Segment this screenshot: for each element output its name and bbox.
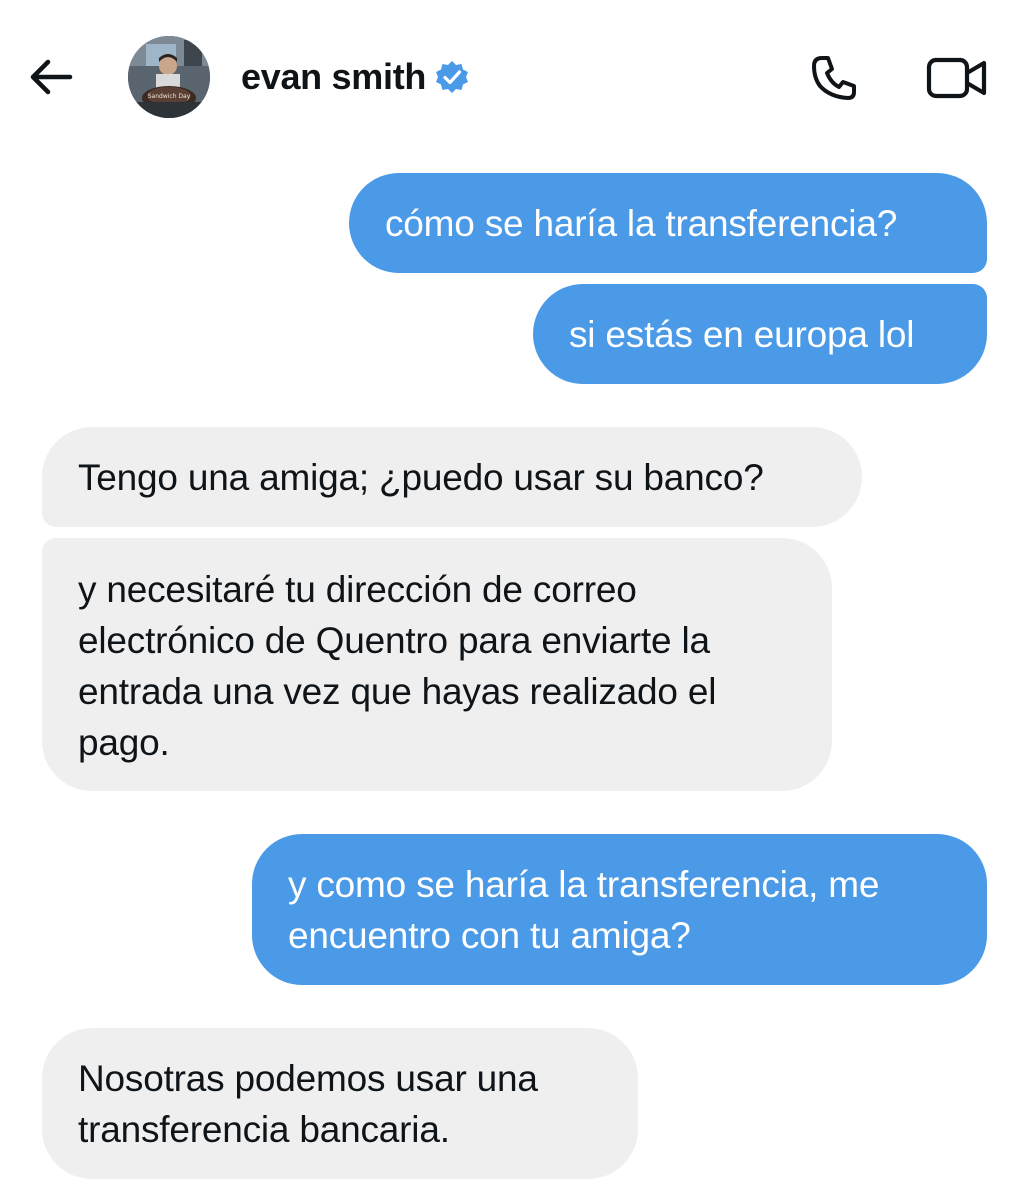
message-text: y necesitaré tu dirección de correo elec… xyxy=(78,569,717,763)
message-bubble-sent[interactable]: cómo se haría la transferencia? xyxy=(349,173,987,273)
message-text: cómo se haría la transferencia? xyxy=(385,202,898,244)
call-button[interactable] xyxy=(804,48,864,108)
message-bubble-received[interactable]: y necesitaré tu dirección de correo elec… xyxy=(42,538,832,791)
message-bubble-received[interactable]: Tengo una amiga; ¿puedo usar su banco? xyxy=(42,427,862,527)
message-text: si estás en europa lol xyxy=(569,313,915,355)
contact-name-area[interactable]: evan smith xyxy=(241,52,470,102)
avatar[interactable]: Sandwich Day xyxy=(128,36,210,118)
message-bubble-sent[interactable]: si estás en europa lol xyxy=(533,284,987,384)
message-text: Tengo una amiga; ¿puedo usar su banco? xyxy=(78,456,764,498)
message-bubble-sent[interactable]: y como se haría la transferencia, me enc… xyxy=(252,834,987,985)
back-button[interactable] xyxy=(22,48,80,106)
avatar-caption: Sandwich Day xyxy=(148,93,191,100)
contact-name: evan smith xyxy=(241,56,427,97)
message-bubble-received[interactable]: Nosotras podemos usar una transferencia … xyxy=(42,1028,638,1179)
conversation-header: Sandwich Day evan smith xyxy=(0,0,1029,150)
arrow-left-icon xyxy=(30,59,73,95)
message-text: y como se haría la transferencia, me enc… xyxy=(288,863,880,956)
phone-icon xyxy=(812,56,856,100)
message-text: Nosotras podemos usar una transferencia … xyxy=(78,1057,538,1150)
video-call-button[interactable] xyxy=(922,48,992,108)
video-camera-icon xyxy=(926,57,987,99)
verified-badge-icon xyxy=(434,59,470,95)
